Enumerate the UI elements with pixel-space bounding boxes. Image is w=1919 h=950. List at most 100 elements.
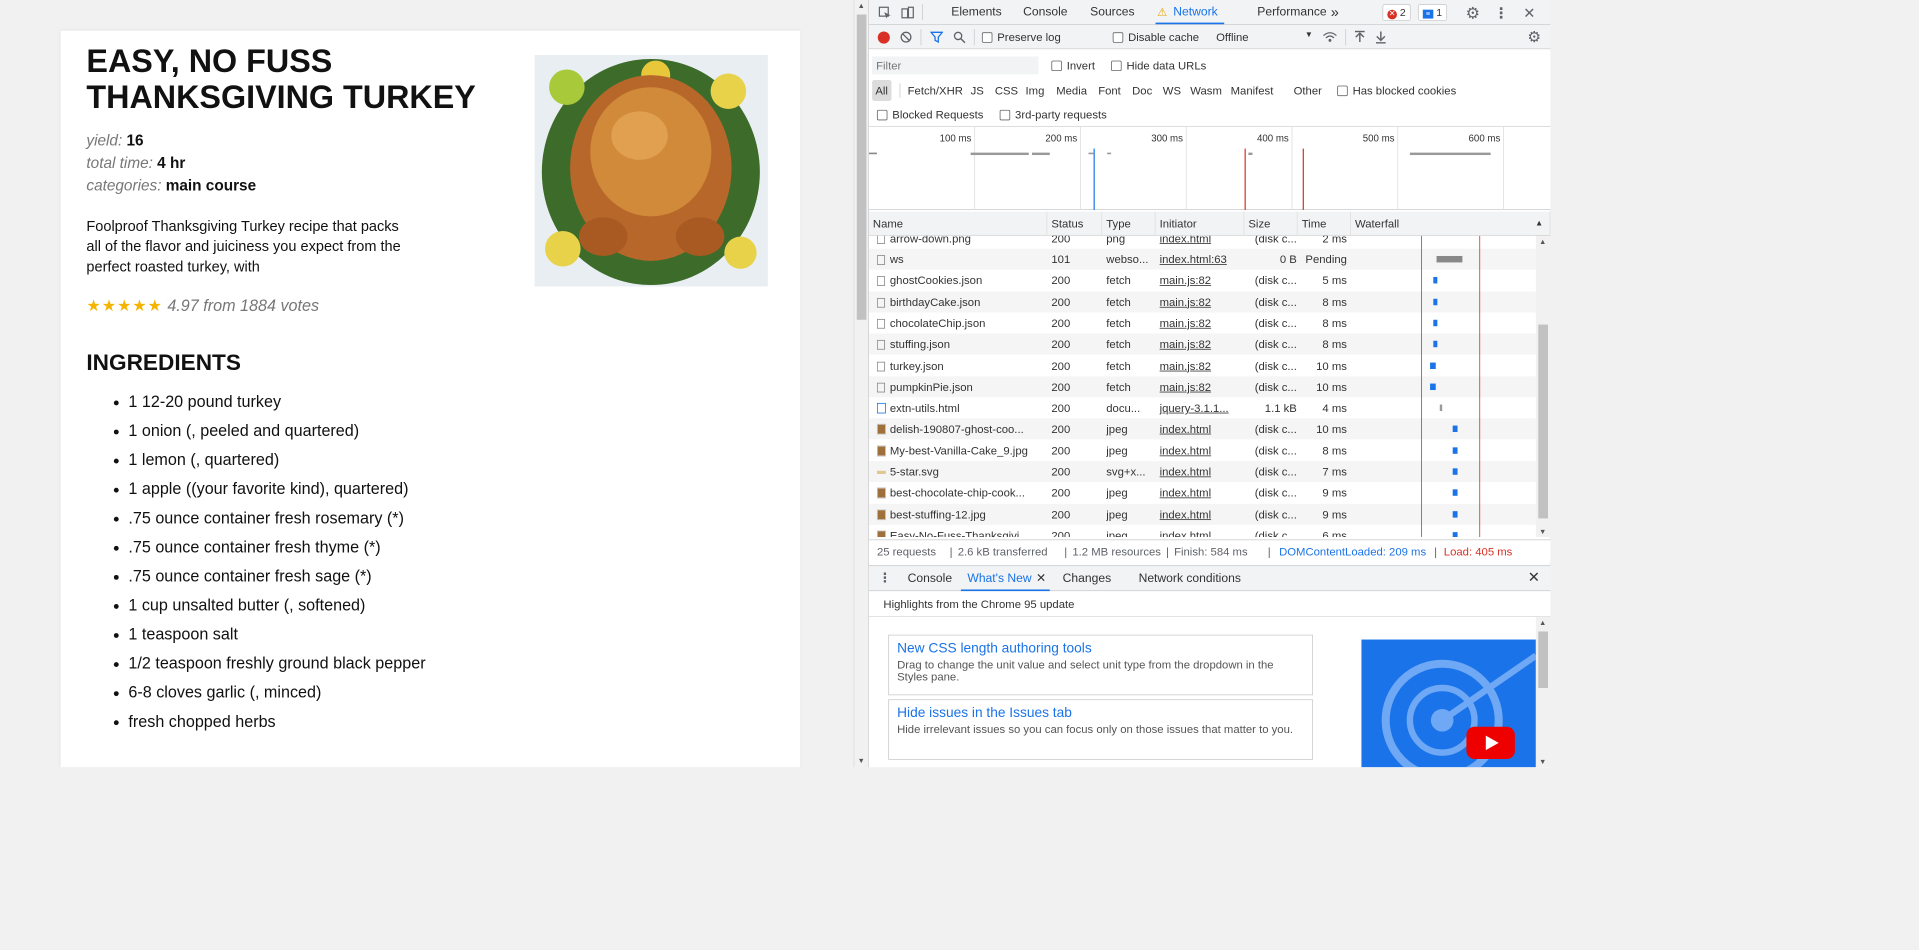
filter-type-css[interactable]: CSS [992,80,1022,101]
table-scrollbar[interactable]: ▲ ▼ [1535,235,1551,537]
filter-type-manifest[interactable]: Manifest [1227,80,1276,101]
drawer-tab-console[interactable]: Console [908,567,952,591]
col-status[interactable]: Status [1047,211,1103,236]
filter-type-doc[interactable]: Doc [1129,80,1156,101]
col-initiator[interactable]: Initiator [1155,211,1245,236]
export-har-icon[interactable] [1373,29,1389,45]
drawer-tab-changes[interactable]: Changes [1063,567,1111,591]
table-scroll-down-icon[interactable]: ▼ [1539,527,1546,535]
col-time[interactable]: Time [1297,211,1351,236]
cell-initiator[interactable]: main.js:82 [1160,312,1244,333]
table-scroll-up-icon[interactable]: ▲ [1539,237,1546,245]
table-row[interactable]: ghostCookies.json 200 fetch main.js:82 (disk… [868,269,1536,291]
page-scrollbar-thumb[interactable] [856,14,867,320]
cell-initiator[interactable]: index.html [1160,419,1244,440]
whats-new-video-thumbnail[interactable] [1361,639,1536,768]
cell-initiator[interactable]: main.js:82 [1160,376,1244,397]
drawer-scrollbar[interactable]: ▲ ▼ [1535,616,1551,768]
rating[interactable]: ★★★★★ 4.97 from 1884 votes [86,296,319,316]
page-scrollbar[interactable]: ▲ ▼ [853,0,869,768]
hide-data-urls-checkbox[interactable]: Hide data URLs [1111,59,1206,72]
record-icon[interactable] [875,29,891,45]
whats-new-card-title[interactable]: New CSS length authoring tools [897,640,1304,656]
filter-type-font[interactable]: Font [1095,80,1124,101]
play-button-icon[interactable] [1466,726,1515,760]
drawer-scroll-up-icon[interactable]: ▲ [1539,619,1546,627]
col-waterfall[interactable]: Waterfall ▲ [1350,211,1551,236]
cell-initiator[interactable]: main.js:82 [1160,270,1244,291]
cell-initiator[interactable]: index.html [1160,236,1244,249]
filter-type-other[interactable]: Other [1290,80,1325,101]
filter-type-img[interactable]: Img [1022,80,1047,101]
cell-initiator[interactable]: index.html [1160,525,1244,537]
whats-new-card[interactable]: Hide issues in the Issues tab Hide irrel… [888,699,1313,760]
has-blocked-cookies-checkbox[interactable]: Has blocked cookies [1337,84,1456,97]
table-row[interactable]: 5-star.svg 200 svg+x... index.html (disk c..… [868,461,1536,483]
cell-initiator[interactable]: main.js:82 [1160,291,1244,312]
inspect-element-icon[interactable] [875,3,894,22]
tab-elements[interactable]: Elements [951,0,1001,24]
tab-sources[interactable]: Sources [1090,0,1134,24]
table-row[interactable]: birthdayCake.json 200 fetch main.js:82 (disk… [868,291,1536,313]
table-row[interactable]: turkey.json 200 fetch main.js:82 (disk c... 1… [868,354,1536,376]
cell-initiator[interactable]: index.html [1160,504,1244,525]
close-devtools-icon[interactable]: ✕ [1519,2,1540,23]
filter-type-js[interactable]: JS [967,80,987,101]
invert-checkbox[interactable]: Invert [1051,59,1095,72]
table-row[interactable]: My-best-Vanilla-Cake_9.jpg 200 jpeg index.h… [868,439,1536,461]
col-type[interactable]: Type [1102,211,1156,236]
scroll-down-icon[interactable]: ▼ [858,757,865,765]
col-size[interactable]: Size [1244,211,1298,236]
filter-type-ws[interactable]: WS [1160,80,1185,101]
table-row[interactable]: best-chocolate-chip-cook... 200 jpeg index.… [868,482,1536,504]
close-drawer-icon[interactable]: ✕ [1528,569,1540,586]
cell-initiator[interactable]: index.html [1160,482,1244,503]
disable-cache-checkbox[interactable]: Disable cache [1112,31,1199,44]
table-row[interactable]: pumpkinPie.json 200 fetch main.js:82 (disk c… [868,376,1536,398]
tab-performance[interactable]: Performance [1257,0,1326,24]
drawer-scroll-down-icon[interactable]: ▼ [1539,757,1546,765]
table-row[interactable]: ws 101 webso... index.html:63 0 B Pending [868,248,1536,270]
network-conditions-icon[interactable] [1321,29,1339,45]
col-name[interactable]: Name [868,211,1048,236]
drawer-menu-icon[interactable]: ⋮ [879,570,892,586]
table-row[interactable]: stuffing.json 200 fetch main.js:82 (disk c..… [868,333,1536,355]
settings-gear-icon[interactable]: ⚙ [1462,2,1483,23]
network-overview-timeline[interactable]: 100 ms 200 ms 300 ms 400 ms 500 ms 600 ms [868,126,1551,210]
whats-new-card-title[interactable]: Hide issues in the Issues tab [897,705,1304,721]
message-counter[interactable]: ≡ 1 [1417,4,1447,21]
filter-type-fetch-xhr[interactable]: Fetch/XHR [904,80,966,101]
search-icon[interactable] [951,29,967,45]
filter-type-wasm[interactable]: Wasm [1187,80,1225,101]
tab-network[interactable]: ⚠ Network [1155,0,1225,25]
more-tabs-icon[interactable]: » [1331,0,1339,24]
cell-initiator[interactable]: index.html:63 [1160,249,1244,270]
network-settings-gear-icon[interactable]: ⚙ [1525,27,1544,46]
cell-initiator[interactable]: index.html [1160,461,1244,482]
table-row[interactable]: best-stuffing-12.jpg 200 jpeg index.html (di… [868,503,1536,525]
cell-initiator[interactable]: index.html [1160,440,1244,461]
drawer-tab-network-conditions[interactable]: Network conditions [1139,567,1241,591]
table-row[interactable]: chocolateChip.json 200 fetch main.js:82 (dis… [868,312,1536,334]
drawer-scrollbar-thumb[interactable] [1538,631,1548,688]
close-tab-icon[interactable]: ✕ [1036,567,1046,591]
filter-type-all[interactable]: All [872,79,892,101]
more-options-icon[interactable]: ⋮ [1491,2,1512,23]
cell-initiator[interactable]: jquery-3.1.1... [1160,397,1244,418]
preserve-log-checkbox[interactable]: Preserve log [981,31,1061,44]
third-party-checkbox[interactable]: 3rd-party requests [999,108,1107,121]
table-row[interactable]: extn-utils.html 200 docu... jquery-3.1.1...… [868,397,1536,419]
filter-input[interactable] [872,56,1039,75]
drawer-tab-whats-new[interactable]: What's New ✕ [960,567,1050,592]
table-row[interactable]: delish-190807-ghost-coo... 200 jpeg index.h… [868,418,1536,440]
whats-new-card[interactable]: New CSS length authoring tools Drag to c… [888,634,1313,696]
tab-console[interactable]: Console [1023,0,1067,24]
blocked-requests-checkbox[interactable]: Blocked Requests [876,108,983,121]
cell-initiator[interactable]: main.js:82 [1160,334,1244,355]
table-row[interactable]: Easy-No-Fuss-Thanksgivi... 200 jpeg index.h… [868,524,1536,537]
import-har-icon[interactable] [1352,29,1368,45]
device-toolbar-icon[interactable] [898,3,917,22]
table-scrollbar-thumb[interactable] [1538,324,1548,519]
throttle-select[interactable]: Offline ▼ [1216,31,1313,44]
filter-type-media[interactable]: Media [1053,80,1090,101]
